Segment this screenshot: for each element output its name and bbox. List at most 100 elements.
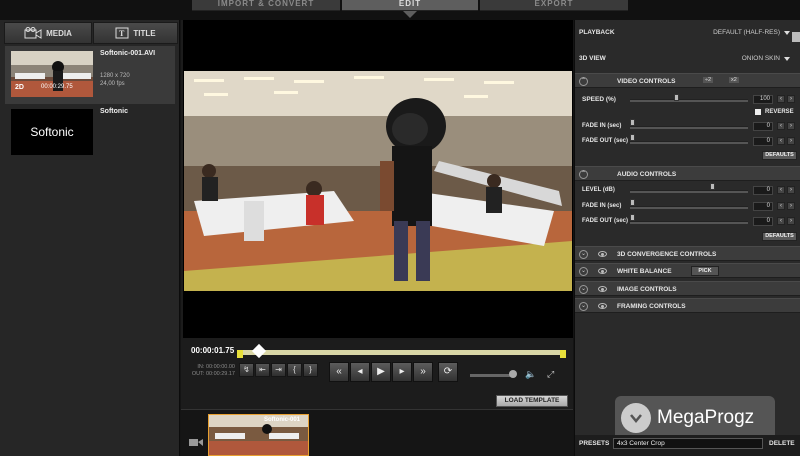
download-icon (621, 403, 651, 433)
increment-button[interactable]: › (787, 122, 795, 130)
fade-out-knob[interactable] (630, 134, 635, 141)
step-back-button[interactable]: ◂ (350, 362, 370, 382)
expand-icon[interactable]: ⌄ (579, 285, 588, 294)
audio-fade-out-input[interactable]: 0 (753, 217, 773, 226)
playback-dropdown[interactable]: DEFAULT (HALF-RES) (660, 29, 780, 36)
set-out-button[interactable]: } (303, 363, 318, 377)
section-title: IMAGE CONTROLS (617, 286, 677, 293)
eye-icon[interactable] (598, 251, 607, 257)
speed-half-button[interactable]: ÷2 (703, 77, 714, 83)
video-track-icon (189, 434, 203, 452)
increment-button[interactable]: › (787, 186, 795, 194)
tab-title[interactable]: T TITLE (93, 22, 178, 44)
go-to-out-button[interactable]: ⇥ (271, 363, 286, 377)
collapse-icon[interactable]: ⌃ (579, 170, 588, 179)
image-controls-header[interactable]: ⌄ IMAGE CONTROLS (575, 281, 800, 296)
volume-slider[interactable] (470, 374, 510, 377)
tab-edit[interactable]: EDIT (342, 0, 478, 11)
expand-icon[interactable]: ⌄ (579, 267, 588, 276)
rewind-button[interactable]: « (329, 362, 349, 382)
speaker-icon[interactable]: 🔈 (525, 369, 536, 380)
fade-out-input[interactable]: 0 (753, 137, 773, 146)
in-out-readout: IN: 00:00:00.00 OUT: 00:00:29.17 (187, 364, 235, 378)
video-frame (184, 71, 572, 291)
decrement-button[interactable]: ‹ (777, 217, 785, 225)
view3d-dropdown[interactable]: ONION SKIN (660, 55, 780, 62)
playback-label: PLAYBACK (579, 29, 615, 36)
out-marker[interactable] (560, 350, 566, 358)
section-title: WHITE BALANCE (617, 268, 672, 275)
fast-forward-button[interactable]: » (413, 362, 433, 382)
eye-icon[interactable] (598, 303, 607, 309)
in-marker[interactable] (237, 350, 243, 358)
increment-button[interactable]: › (787, 95, 795, 103)
panel-scrollbar-thumb[interactable] (792, 32, 800, 42)
timeline-scrubber[interactable] (240, 350, 564, 355)
speed-label: SPEED (%) (582, 96, 616, 103)
audio-fade-in-knob[interactable] (630, 199, 635, 206)
decrement-button[interactable]: ‹ (777, 95, 785, 103)
decrement-button[interactable]: ‹ (777, 137, 785, 145)
media-fps: 24,00 fps (100, 81, 125, 87)
step-forward-button[interactable]: ▸ (392, 362, 412, 382)
speed-input[interactable]: 100 (753, 95, 773, 104)
level-input[interactable]: 0 (753, 186, 773, 195)
speed-slider[interactable] (630, 99, 748, 102)
loop-button[interactable]: ⟳ (438, 362, 458, 382)
volume-knob[interactable] (509, 370, 517, 378)
fade-out-label: FADE OUT (sec) (582, 138, 629, 144)
tab-export[interactable]: EXPORT (480, 0, 628, 11)
load-template-button[interactable]: LOAD TEMPLATE (496, 395, 568, 407)
audio-defaults-button[interactable]: DEFAULTS (762, 232, 797, 241)
current-timecode: 00:00:01.75 (191, 346, 235, 355)
fade-in-input[interactable]: 0 (753, 122, 773, 131)
delete-preset-button[interactable]: DELETE (769, 440, 795, 447)
fade-in-slider[interactable] (630, 126, 748, 129)
expand-icon[interactable]: ⌄ (579, 302, 588, 311)
fade-in-knob[interactable] (630, 119, 635, 126)
eye-icon[interactable] (598, 286, 607, 292)
decrement-button[interactable]: ‹ (777, 186, 785, 194)
white-balance-header[interactable]: ⌄ WHITE BALANCE PICK (575, 263, 800, 278)
audio-fade-out-slider[interactable] (630, 221, 748, 224)
chevron-down-icon (784, 31, 790, 35)
increment-button[interactable]: › (787, 137, 795, 145)
ripple-edit-button[interactable]: ↯ (239, 363, 254, 377)
clip-label: Softonic-001 (264, 417, 301, 423)
pick-button[interactable]: PICK (691, 266, 719, 276)
media-item[interactable]: 2D 00:00:29.75 Softonic-001.AVI 1280 x 7… (5, 46, 175, 104)
increment-button[interactable]: › (787, 217, 795, 225)
level-slider[interactable] (630, 190, 748, 193)
tab-media[interactable]: MEDIA (4, 22, 92, 44)
audio-fade-in-slider[interactable] (630, 206, 748, 209)
speed-slider-knob[interactable] (674, 94, 679, 101)
play-button[interactable]: ▶ (371, 362, 391, 382)
reverse-checkbox[interactable] (755, 109, 761, 115)
level-knob[interactable] (710, 183, 715, 190)
expand-icon[interactable]: ⌄ (579, 250, 588, 259)
media-resolution: 1280 x 720 (100, 73, 130, 79)
video-controls-header[interactable]: ⌃ VIDEO CONTROLS ÷2 x2 (575, 73, 800, 88)
fade-out-slider[interactable] (630, 141, 748, 144)
framing-controls-header[interactable]: ⌄ FRAMING CONTROLS (575, 298, 800, 313)
decrement-button[interactable]: ‹ (777, 202, 785, 210)
tab-import-convert[interactable]: IMPORT & CONVERT (192, 0, 340, 11)
collapse-icon[interactable]: ⌃ (579, 77, 588, 86)
media-item[interactable]: Softonic Softonic (5, 104, 175, 162)
watermark-text: MegaProgz (657, 407, 755, 428)
convergence-controls-header[interactable]: ⌄ 3D CONVERGENCE CONTROLS (575, 246, 800, 261)
presets-input[interactable]: 4x3 Center Crop (613, 438, 763, 449)
active-tab-pointer (403, 11, 417, 18)
section-title: FRAMING CONTROLS (617, 303, 686, 310)
fullscreen-icon[interactable]: ⤢ (547, 369, 554, 380)
video-defaults-button[interactable]: DEFAULTS (762, 151, 797, 160)
audio-fade-in-input[interactable]: 0 (753, 202, 773, 211)
audio-fade-out-knob[interactable] (630, 214, 635, 221)
set-in-button[interactable]: { (287, 363, 302, 377)
audio-controls-header[interactable]: ⌃ AUDIO CONTROLS (575, 166, 800, 181)
increment-button[interactable]: › (787, 202, 795, 210)
eye-icon[interactable] (598, 268, 607, 274)
speed-double-button[interactable]: x2 (729, 77, 739, 83)
decrement-button[interactable]: ‹ (777, 122, 785, 130)
go-to-in-button[interactable]: ⇤ (255, 363, 270, 377)
